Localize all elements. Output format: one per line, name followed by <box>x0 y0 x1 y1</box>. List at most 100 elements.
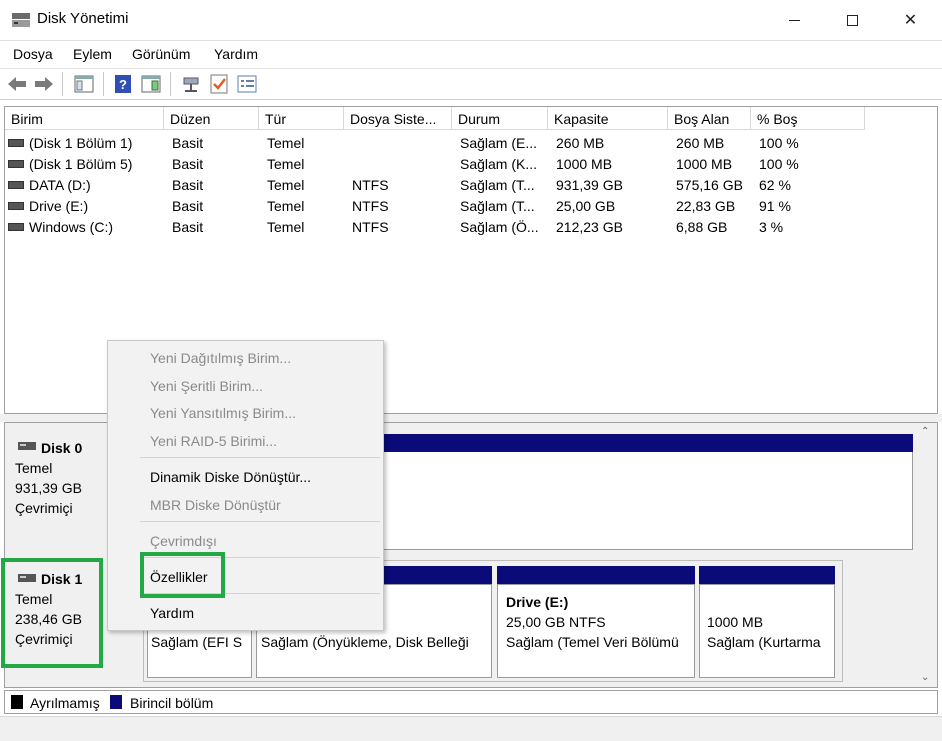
menu-yardim[interactable]: Yardım <box>214 46 258 62</box>
toolbar-separator <box>103 72 104 96</box>
column-header-durum[interactable]: Durum <box>452 107 548 130</box>
menu-item-new-raid5-volume[interactable]: Yeni RAID-5 Birimi... <box>150 433 277 449</box>
cell-tur: Temel <box>267 156 304 172</box>
volume-drive-icon <box>8 139 24 147</box>
cell-text: 6,88 GB <box>676 219 728 235</box>
table-row[interactable] <box>5 217 865 238</box>
disk-management-app-icon <box>12 13 30 27</box>
cell-text: Basit <box>172 135 204 151</box>
column-header-dosya-sistemi[interactable]: Dosya Siste... <box>344 107 452 130</box>
disk0-partition-bar <box>383 434 913 452</box>
cell-text: (Disk 1 Bölüm 5) <box>29 156 133 172</box>
disk-drive-icon <box>18 438 36 450</box>
cell-text: 260 MB <box>556 135 605 151</box>
column-header-bos-alan[interactable]: Boş Alan <box>668 107 751 130</box>
scroll-down-icon[interactable]: ⌄ <box>921 672 929 683</box>
menu-item-help[interactable]: Yardım <box>150 605 194 621</box>
menu-item-new-spanned-volume[interactable]: Yeni Dağıtılmış Birim... <box>150 350 291 366</box>
disk-panel-scrollbar[interactable] <box>918 424 936 686</box>
menu-item-convert-dynamic[interactable]: Dinamik Diske Dönüştür... <box>150 469 311 485</box>
check-disk-button[interactable] <box>208 73 230 95</box>
unallocated-swatch <box>11 695 23 709</box>
forward-button[interactable] <box>33 73 55 95</box>
menu-separator <box>140 457 380 458</box>
cell-duzen: Basit <box>172 156 203 172</box>
cell-text: Temel <box>267 198 305 214</box>
menu-item-convert-mbr[interactable]: MBR Diske Dönüştür <box>150 497 281 513</box>
cell-text: NTFS <box>352 219 389 235</box>
close-button[interactable]: ✕ <box>881 0 940 40</box>
cell-text: DATA (D:) <box>29 177 91 193</box>
legend-primary: Birincil bölüm <box>130 695 214 711</box>
menu-item-new-striped-volume[interactable]: Yeni Şeritli Birim... <box>150 378 263 394</box>
cell-tur: Temel <box>267 135 304 151</box>
close-icon: ✕ <box>903 12 918 29</box>
connect-icon <box>183 77 199 92</box>
minimize-button[interactable] <box>765 0 824 40</box>
disk1-partition3-bar <box>497 566 695 584</box>
list-view-button[interactable] <box>236 73 258 95</box>
disk1-partition4-bar <box>699 566 835 584</box>
cell-bos-alan: 1000 MB <box>676 156 732 172</box>
properties-highlight-box <box>140 552 225 598</box>
toolbar-separator <box>170 72 171 96</box>
cell-kapasite: 260 MB <box>556 135 604 151</box>
table-row[interactable] <box>5 196 865 217</box>
cell-durum: Sağlam (T... <box>460 177 535 193</box>
disk1-highlight-box <box>1 558 103 668</box>
table-row[interactable] <box>5 133 865 154</box>
cell-text: Sağlam (K... <box>460 156 538 172</box>
column-header-kapasite[interactable]: Kapasite <box>548 107 668 130</box>
volume-drive-icon <box>8 181 24 189</box>
cell-text: 1000 MB <box>556 156 613 172</box>
disk1-partition2-status: Sağlam (Önyükleme, Disk Belleği <box>261 634 469 650</box>
cell-text: Sağlam (E... <box>460 135 538 151</box>
menu-item-offline[interactable]: Çevrimdışı <box>150 533 217 549</box>
cell-birim: (Disk 1 Bölüm 5) <box>8 156 132 172</box>
help-button[interactable]: ? <box>112 73 134 95</box>
list-icon <box>237 75 257 93</box>
cell-tur: Temel <box>267 177 304 193</box>
column-header-birim[interactable]: Birim <box>5 107 164 130</box>
scroll-up-icon[interactable]: ⌃ <box>921 426 929 437</box>
cell-birim: DATA (D:) <box>8 177 91 193</box>
cell-text: 260 MB <box>676 135 725 151</box>
cell-yuzde-bos: 62 % <box>759 177 791 193</box>
maximize-button[interactable] <box>823 0 882 40</box>
cell-text: 212,23 GB <box>556 219 623 235</box>
menu-item-new-mirrored-volume[interactable]: Yeni Yansıtılmış Birim... <box>150 405 296 421</box>
cell-kapasite: 931,39 GB <box>556 177 623 193</box>
cell-text: 91 % <box>759 198 791 214</box>
menu-eylem[interactable]: Eylem <box>73 46 112 62</box>
column-header-tur[interactable]: Tür <box>259 107 344 130</box>
cell-dosya-sistemi: NTFS <box>352 219 389 235</box>
cell-bos-alan: 575,16 GB <box>676 177 743 193</box>
cell-text: NTFS <box>352 177 389 193</box>
disk1-partition3-status: Sağlam (Temel Veri Bölümü <box>506 634 679 650</box>
column-header-yuzde-bos[interactable]: % Boş <box>751 107 865 130</box>
cell-text: Sağlam (T... <box>460 177 535 193</box>
cell-text: 22,83 GB <box>676 198 736 214</box>
cell-bos-alan: 6,88 GB <box>676 219 727 235</box>
cell-durum: Sağlam (K... <box>460 156 537 172</box>
minimize-icon <box>789 19 800 21</box>
menu-dosya[interactable]: Dosya <box>13 46 53 62</box>
cell-durum: Sağlam (Ö... <box>460 219 539 235</box>
disk0-name: Disk 0 <box>41 440 83 456</box>
disk1-partition1-status: Sağlam (EFI S <box>151 634 243 650</box>
disk1-partition4[interactable] <box>699 584 835 678</box>
cell-text: Basit <box>172 177 204 193</box>
disk0-partition[interactable] <box>383 452 913 550</box>
disk1-partition3-size: 25,00 GB NTFS <box>506 614 606 630</box>
column-header-duzen[interactable]: Düzen <box>164 107 259 130</box>
menu-gorunum[interactable]: Görünüm <box>132 46 190 62</box>
back-button[interactable] <box>6 73 28 95</box>
status-bar <box>0 716 942 741</box>
cell-text: (Disk 1 Bölüm 1) <box>29 135 133 151</box>
connect-button[interactable] <box>180 73 202 95</box>
cell-birim: (Disk 1 Bölüm 1) <box>8 135 132 151</box>
table-row[interactable] <box>5 154 865 175</box>
console-tree-button[interactable] <box>73 73 95 95</box>
cell-text: Basit <box>172 219 204 235</box>
show-pane-button[interactable] <box>140 73 162 95</box>
